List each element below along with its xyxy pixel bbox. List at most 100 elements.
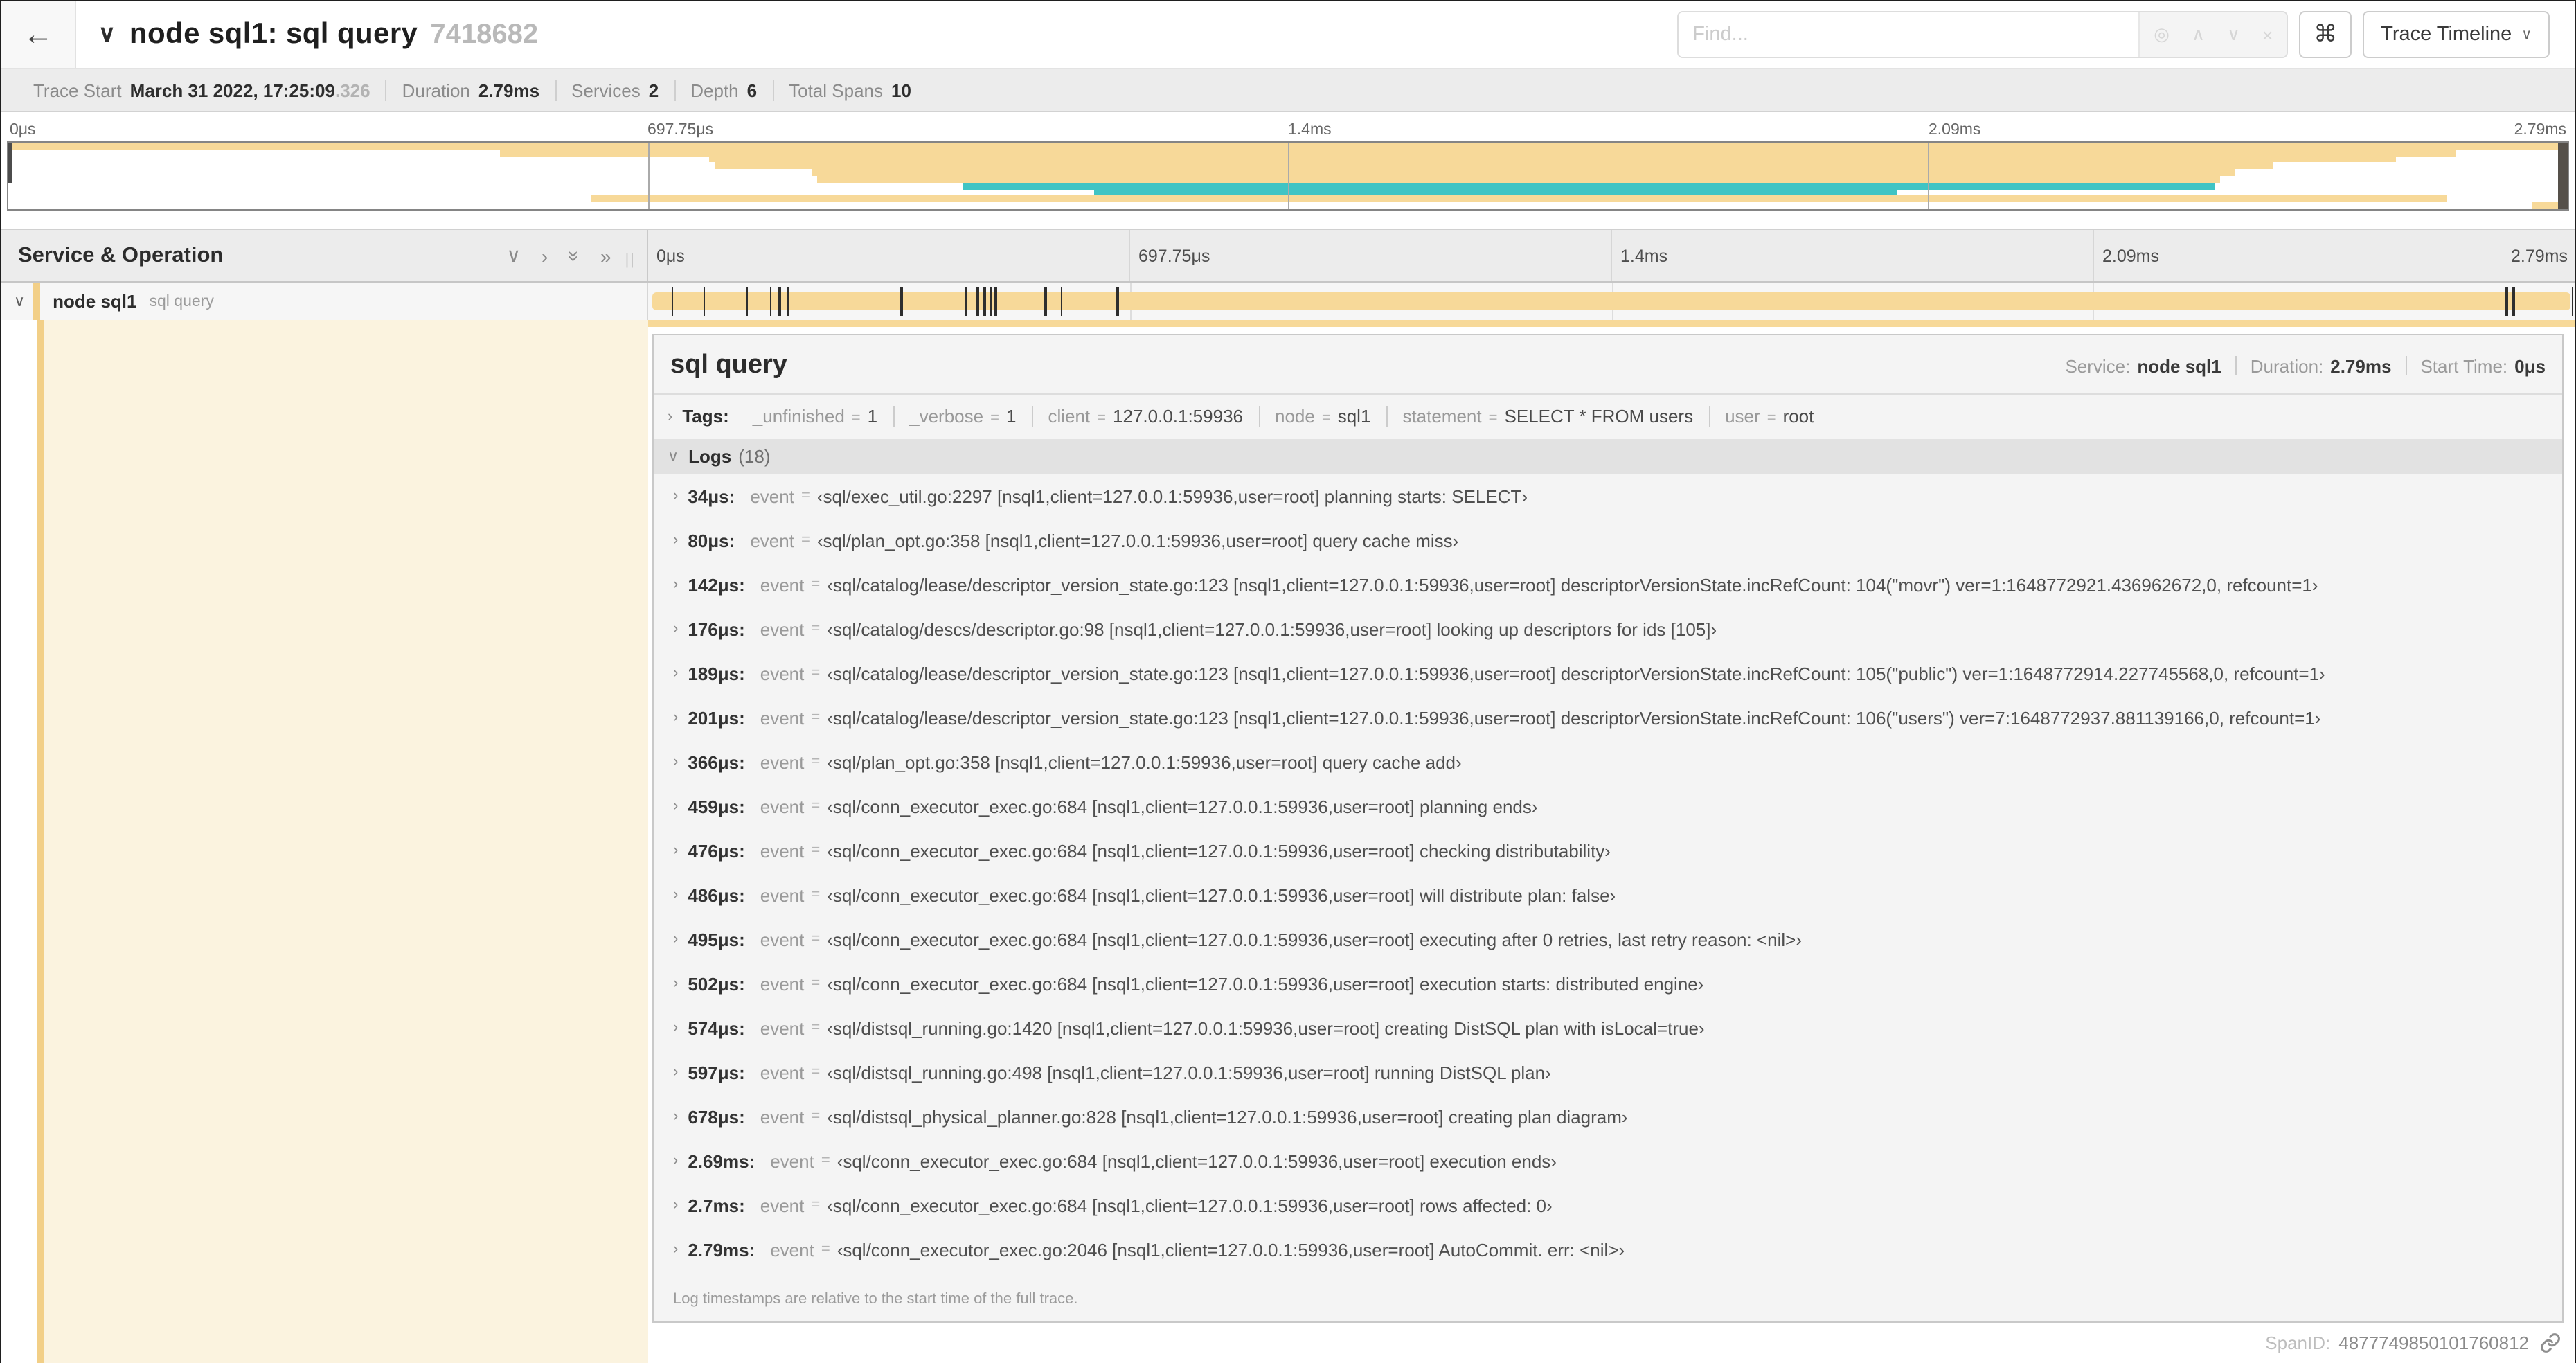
locate-icon[interactable]: ◎ — [2154, 24, 2170, 46]
log-row[interactable]: › 176μs: event = ‹sql/catalog/descs/desc… — [654, 607, 2562, 651]
span-row-timeline-cell[interactable] — [648, 283, 2575, 320]
log-field-value: ‹sql/distsql_running.go:498 [nsql1,clien… — [827, 1062, 1551, 1083]
summary-item: Services 2 — [556, 80, 676, 100]
next-match-icon[interactable]: ∨ — [2227, 24, 2240, 46]
log-tick — [769, 287, 772, 316]
chevron-right-icon[interactable]: › — [673, 842, 678, 859]
find-group: ◎ ∧ ∨ × — [1677, 11, 2289, 58]
equals-sign: = — [811, 621, 821, 637]
logs-header[interactable]: ∨ Logs (18) — [654, 439, 2562, 474]
minimap-left-handle[interactable] — [8, 143, 12, 183]
log-tick — [2571, 287, 2574, 316]
chevron-right-icon[interactable]: › — [673, 1241, 678, 1258]
trace-minimap: 0μs 697.75μs 1.4ms 2.09ms 2.79ms — [1, 112, 2575, 211]
log-row[interactable]: › 142μs: event = ‹sql/catalog/lease/desc… — [654, 562, 2562, 607]
log-row[interactable]: › 574μs: event = ‹sql/distsql_running.go… — [654, 1006, 2562, 1050]
span-color-stripe — [33, 283, 41, 320]
link-icon[interactable] — [2540, 1333, 2561, 1353]
log-row[interactable]: › 2.79ms: event = ‹sql/conn_executor_exe… — [654, 1227, 2562, 1272]
log-field-value: ‹sql/exec_util.go:2297 [nsql1,client=127… — [816, 485, 1528, 506]
chevron-right-icon[interactable]: › — [673, 576, 678, 593]
span-duration-bar[interactable] — [652, 292, 2570, 310]
log-row[interactable]: › 495μs: event = ‹sql/conn_executor_exec… — [654, 917, 2562, 961]
log-row[interactable]: › 502μs: event = ‹sql/conn_executor_exec… — [654, 961, 2562, 1006]
log-field-key: event — [750, 530, 794, 551]
log-tick — [1116, 287, 1118, 316]
chevron-right-icon[interactable]: › — [673, 709, 678, 726]
span-expander-icon[interactable]: ∨ — [14, 292, 25, 310]
span-row[interactable]: ∨ node sql1 sql query — [1, 283, 2575, 320]
chevron-right-icon[interactable]: › — [673, 1197, 678, 1213]
span-detail-area: sql query Service: node sql1 Duration: 2… — [1, 334, 2575, 1363]
expand-all-icon[interactable]: » — [600, 244, 611, 267]
chevron-right-icon[interactable]: › — [673, 931, 678, 947]
equals-sign: = — [811, 887, 821, 903]
chevron-down-icon[interactable]: ∨ — [668, 447, 679, 465]
log-timestamp: 142μs: — [688, 574, 745, 595]
minimap-canvas[interactable] — [7, 141, 2569, 211]
log-row[interactable]: › 476μs: event = ‹sql/conn_executor_exec… — [654, 828, 2562, 873]
chevron-right-icon[interactable]: › — [673, 488, 678, 504]
log-row[interactable]: › 189μs: event = ‹sql/catalog/lease/desc… — [654, 651, 2562, 695]
expand-one-icon[interactable]: › — [542, 244, 548, 267]
chevron-right-icon[interactable]: › — [673, 975, 678, 992]
collapse-trace-icon[interactable]: ∨ — [98, 21, 116, 48]
clear-find-icon[interactable]: × — [2262, 24, 2273, 45]
tag-item: user = root — [1710, 406, 1829, 427]
log-field-value: ‹sql/catalog/descs/descriptor.go:98 [nsq… — [827, 618, 1717, 639]
column-resizer-grip[interactable]: || — [625, 251, 636, 268]
detail-left-column — [1, 320, 648, 334]
log-field-value: ‹sql/conn_executor_exec.go:684 [nsql1,cl… — [827, 929, 1802, 950]
tag-value: SELECT * FROM users — [1504, 406, 1694, 427]
chevron-right-icon[interactable]: › — [668, 408, 672, 425]
tags-row[interactable]: › Tags: _unfinished = 1 _verbose = 1 cli… — [654, 395, 2562, 436]
spanid-label: SpanID: — [2265, 1333, 2331, 1353]
find-input[interactable] — [1679, 12, 2139, 57]
log-field-key: event — [760, 796, 805, 817]
log-field-key: event — [750, 485, 794, 506]
tag-value: 127.0.0.1:59936 — [1113, 406, 1243, 427]
log-field-key: event — [760, 1195, 805, 1215]
log-row[interactable]: › 366μs: event = ‹sql/plan_opt.go:358 [n… — [654, 740, 2562, 784]
divider — [2405, 356, 2407, 375]
keyboard-shortcuts-button[interactable]: ⌘ — [2299, 11, 2352, 58]
minimap-right-handle[interactable] — [2558, 143, 2568, 209]
equals-sign: = — [1488, 410, 1498, 427]
chevron-right-icon[interactable]: › — [673, 665, 678, 682]
chevron-right-icon[interactable]: › — [673, 1064, 678, 1080]
log-row[interactable]: › 34μs: event = ‹sql/exec_util.go:2297 [… — [654, 474, 2562, 518]
prev-match-icon[interactable]: ∧ — [2192, 24, 2205, 46]
log-field-value: ‹sql/conn_executor_exec.go:684 [nsql1,cl… — [827, 796, 1538, 817]
log-row[interactable]: › 80μs: event = ‹sql/plan_opt.go:358 [ns… — [654, 518, 2562, 562]
chevron-right-icon[interactable]: › — [673, 1108, 678, 1125]
log-tick — [787, 287, 789, 316]
log-field-value: ‹sql/conn_executor_exec.go:684 [nsql1,cl… — [827, 840, 1611, 861]
log-row[interactable]: › 597μs: event = ‹sql/distsql_running.go… — [654, 1050, 2562, 1094]
span-row-name-cell[interactable]: ∨ node sql1 sql query — [1, 283, 648, 320]
chevron-right-icon[interactable]: › — [673, 532, 678, 549]
back-button[interactable]: ← — [1, 1, 76, 68]
chevron-right-icon[interactable]: › — [673, 1019, 678, 1036]
chevron-right-icon[interactable]: › — [673, 798, 678, 814]
chevron-right-icon[interactable]: › — [673, 754, 678, 770]
spanid-value: 4877749850101760812 — [2338, 1333, 2529, 1353]
log-field-value: ‹sql/catalog/lease/descriptor_version_st… — [827, 574, 2318, 595]
log-row[interactable]: › 201μs: event = ‹sql/catalog/lease/desc… — [654, 695, 2562, 740]
chevron-right-icon[interactable]: › — [673, 1152, 678, 1169]
log-row[interactable]: › 486μs: event = ‹sql/conn_executor_exec… — [654, 873, 2562, 917]
collapse-all-icon[interactable]: » — [563, 250, 585, 261]
log-row[interactable]: › 2.7ms: event = ‹sql/conn_executor_exec… — [654, 1183, 2562, 1227]
view-selector-button[interactable]: Trace Timeline ∨ — [2363, 11, 2550, 58]
detail-bar-row — [1, 320, 2575, 334]
log-tick — [990, 287, 992, 316]
equals-sign: = — [1321, 410, 1331, 427]
log-row[interactable]: › 2.69ms: event = ‹sql/conn_executor_exe… — [654, 1139, 2562, 1183]
log-field-key: event — [760, 707, 805, 728]
chevron-right-icon[interactable]: › — [673, 887, 678, 903]
chevron-right-icon[interactable]: › — [673, 621, 678, 637]
log-row[interactable]: › 678μs: event = ‹sql/distsql_physical_p… — [654, 1094, 2562, 1139]
collapse-one-icon[interactable]: ∨ — [507, 244, 521, 267]
log-row[interactable]: › 459μs: event = ‹sql/conn_executor_exec… — [654, 784, 2562, 828]
top-bar-actions: ◎ ∧ ∨ × ⌘ Trace Timeline ∨ — [1677, 11, 2550, 58]
log-timestamp: 459μs: — [688, 796, 745, 817]
